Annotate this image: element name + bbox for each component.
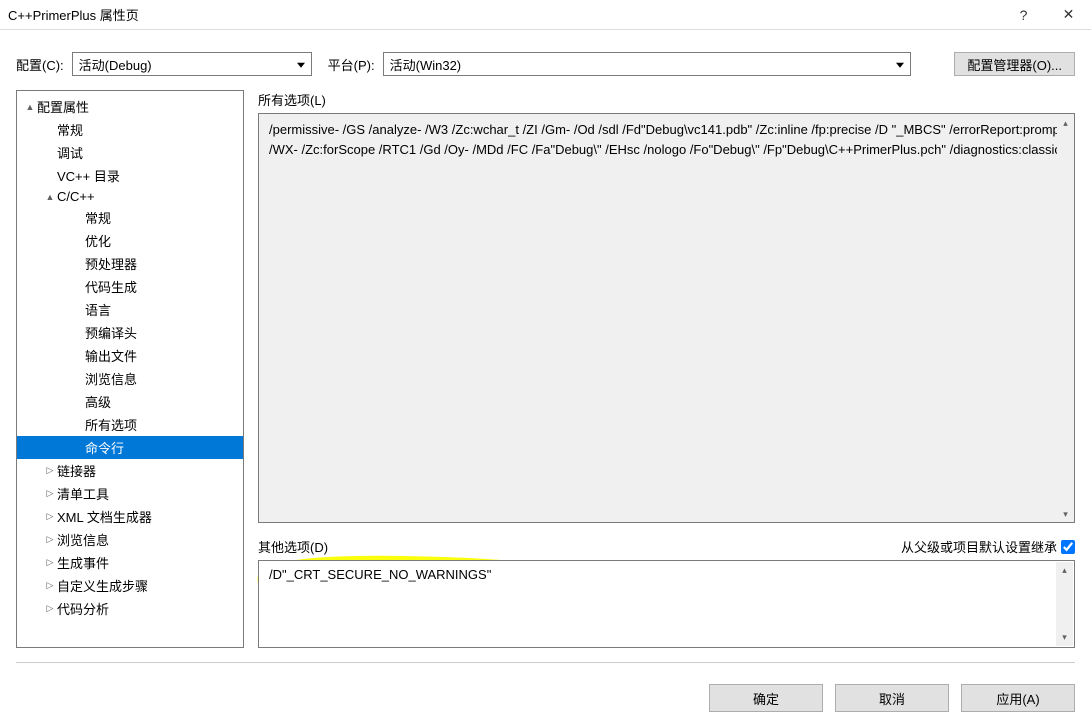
all-options-label: 所有选项(L)	[258, 90, 1075, 109]
platform-select[interactable]: 活动(Win32)	[383, 52, 911, 76]
config-label: 配置(C):	[16, 55, 64, 74]
tree-item-label: 浏览信息	[57, 530, 109, 549]
tree-collapsed-icon[interactable]: ▷	[45, 580, 55, 591]
tree-item-label: 优化	[85, 231, 111, 250]
right-pane: 所有选项(L) /permissive- /GS /analyze- /W3 /…	[258, 90, 1075, 648]
tree-item-label: 调试	[57, 143, 83, 162]
tree-collapsed-icon[interactable]: ▷	[45, 534, 55, 545]
window-title: C++PrimerPlus 属性页	[8, 5, 1001, 24]
scroll-up-icon[interactable]: ▴	[1056, 562, 1073, 579]
tree-collapsed-icon[interactable]: ▷	[45, 488, 55, 499]
platform-select-value: 活动(Win32)	[390, 55, 462, 74]
inherit-label-text: 从父级或项目默认设置继承	[901, 537, 1057, 556]
tree-collapsed-icon[interactable]: ▷	[45, 603, 55, 614]
tree-item[interactable]: 浏览信息	[17, 367, 243, 390]
close-button[interactable]: ✕	[1046, 0, 1091, 30]
tree-item-label: 链接器	[57, 461, 96, 480]
tree-item[interactable]: ▷浏览信息	[17, 528, 243, 551]
all-options-textbox[interactable]: /permissive- /GS /analyze- /W3 /Zc:wchar…	[258, 113, 1075, 523]
scrollbar-vertical[interactable]: ▴ ▾	[1057, 114, 1074, 522]
tree-item-label: 预处理器	[85, 254, 137, 273]
tree-item[interactable]: ▷自定义生成步骤	[17, 574, 243, 597]
tree-item-label: 输出文件	[85, 346, 137, 365]
other-options-textbox[interactable]: /D"_CRT_SECURE_NO_WARNINGS" ▴ ▾	[258, 560, 1075, 648]
ok-button[interactable]: 确定	[709, 684, 823, 712]
tree-item-label: 语言	[85, 300, 111, 319]
tree-item[interactable]: 代码生成	[17, 275, 243, 298]
tree-item-label: C/C++	[57, 189, 95, 204]
tree-item-label: XML 文档生成器	[57, 507, 152, 526]
config-select[interactable]: 活动(Debug)	[72, 52, 312, 76]
tree-item-label: 命令行	[85, 438, 124, 457]
other-options-text: /D"_CRT_SECURE_NO_WARNINGS"	[269, 567, 491, 582]
tree-collapsed-icon[interactable]: ▷	[45, 511, 55, 522]
tree-collapsed-icon[interactable]: ▷	[45, 465, 55, 476]
scrollbar-vertical-2[interactable]: ▴ ▾	[1056, 562, 1073, 646]
config-manager-button[interactable]: 配置管理器(O)...	[954, 52, 1075, 76]
tree-item-label: 自定义生成步骤	[57, 576, 148, 595]
tree-item-label: 所有选项	[85, 415, 137, 434]
config-row: 配置(C): 活动(Debug) 平台(P): 活动(Win32) 配置管理器(…	[0, 30, 1091, 90]
cancel-button[interactable]: 取消	[835, 684, 949, 712]
scroll-down-icon[interactable]: ▾	[1057, 505, 1074, 522]
tree-item[interactable]: 调试	[17, 141, 243, 164]
tree-item-label: 常规	[85, 208, 111, 227]
tree-item-label: 代码生成	[85, 277, 137, 296]
titlebar: C++PrimerPlus 属性页 ? ✕	[0, 0, 1091, 30]
tree-item[interactable]: ▷代码分析	[17, 597, 243, 620]
tree-item[interactable]: ▲配置属性	[17, 95, 243, 118]
tree-item-label: 高级	[85, 392, 111, 411]
tree-item[interactable]: 预处理器	[17, 252, 243, 275]
tree-item[interactable]: 语言	[17, 298, 243, 321]
property-tree[interactable]: ▲配置属性常规调试VC++ 目录▲C/C++常规优化预处理器代码生成语言预编译头…	[16, 90, 244, 648]
scroll-up-icon[interactable]: ▴	[1057, 114, 1074, 131]
scroll-down-icon[interactable]: ▾	[1056, 629, 1073, 646]
tree-collapsed-icon[interactable]: ▷	[45, 557, 55, 568]
inherit-checkbox[interactable]	[1061, 540, 1075, 554]
config-select-value: 活动(Debug)	[79, 55, 152, 74]
help-button[interactable]: ?	[1001, 0, 1046, 30]
all-options-text: /permissive- /GS /analyze- /W3 /Zc:wchar…	[269, 122, 1063, 157]
tree-item[interactable]: 常规	[17, 118, 243, 141]
tree-item[interactable]: ▷链接器	[17, 459, 243, 482]
main-area: ▲配置属性常规调试VC++ 目录▲C/C++常规优化预处理器代码生成语言预编译头…	[0, 90, 1091, 660]
tree-item-label: 预编译头	[85, 323, 137, 342]
tree-item[interactable]: ▷生成事件	[17, 551, 243, 574]
tree-item[interactable]: ▲C/C++	[17, 187, 243, 206]
tree-item[interactable]: VC++ 目录	[17, 164, 243, 187]
tree-item[interactable]: ▷清单工具	[17, 482, 243, 505]
tree-item[interactable]: ▷XML 文档生成器	[17, 505, 243, 528]
tree-item[interactable]: 所有选项	[17, 413, 243, 436]
tree-item-label: 清单工具	[57, 484, 109, 503]
tree-item-label: 生成事件	[57, 553, 109, 572]
tree-item-label: VC++ 目录	[57, 166, 120, 185]
tree-item[interactable]: 命令行	[17, 436, 243, 459]
dialog-buttons: 确定 取消 应用(A)	[709, 684, 1075, 712]
tree-item[interactable]: 预编译头	[17, 321, 243, 344]
tree-item[interactable]: 高级	[17, 390, 243, 413]
tree-expanded-icon[interactable]: ▲	[45, 192, 55, 202]
divider	[16, 662, 1075, 663]
tree-item-label: 配置属性	[37, 97, 89, 116]
inherit-checkbox-label[interactable]: 从父级或项目默认设置继承	[901, 537, 1075, 556]
apply-button[interactable]: 应用(A)	[961, 684, 1075, 712]
other-options-label: 其他选项(D)	[258, 537, 328, 556]
tree-expanded-icon[interactable]: ▲	[25, 102, 35, 112]
tree-item[interactable]: 优化	[17, 229, 243, 252]
tree-item-label: 常规	[57, 120, 83, 139]
tree-item-label: 代码分析	[57, 599, 109, 618]
tree-item[interactable]: 输出文件	[17, 344, 243, 367]
tree-item-label: 浏览信息	[85, 369, 137, 388]
tree-item[interactable]: 常规	[17, 206, 243, 229]
platform-label: 平台(P):	[328, 55, 375, 74]
